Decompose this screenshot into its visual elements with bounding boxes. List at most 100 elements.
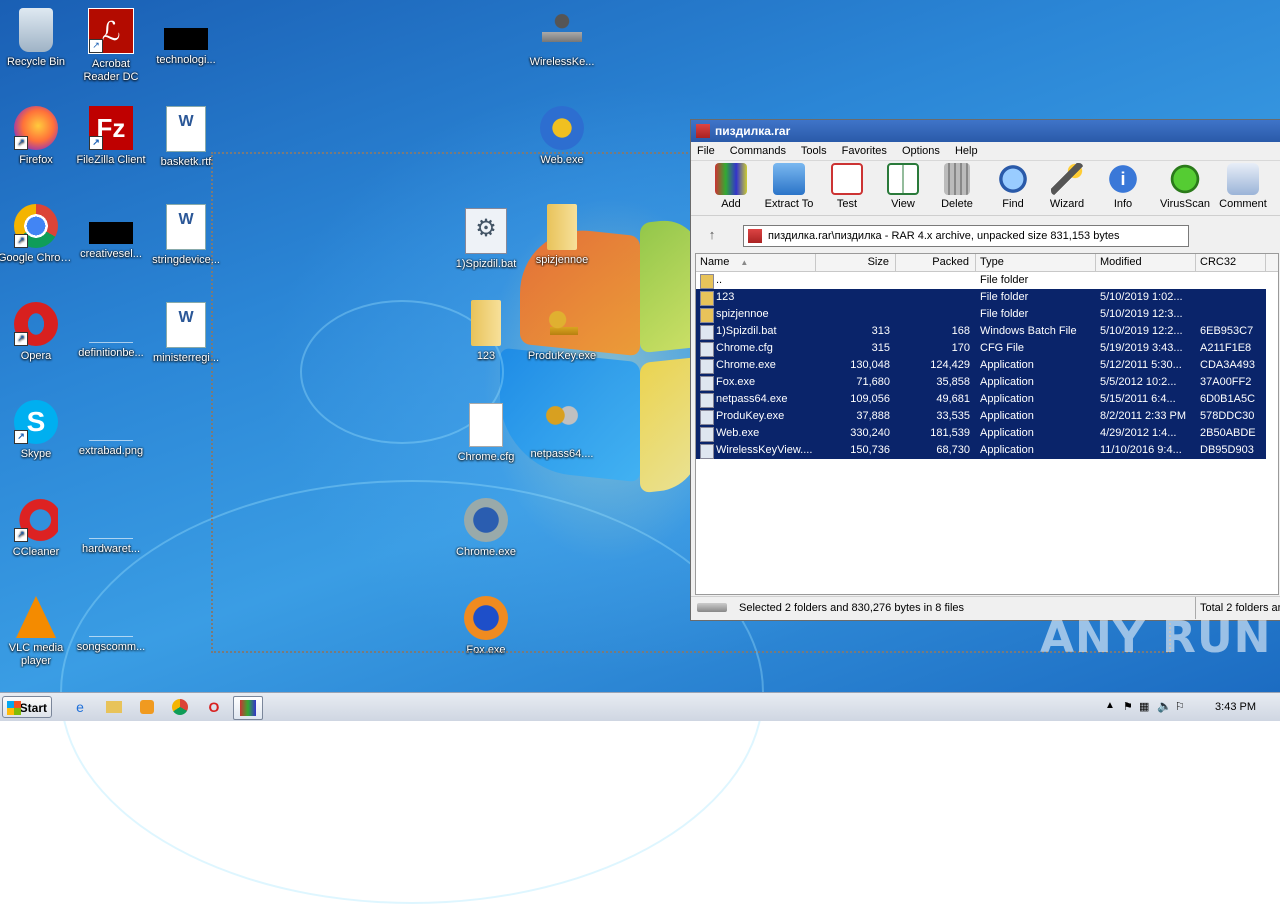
- desktop-icon-label: Opera: [20, 350, 52, 362]
- tray-action-center-icon[interactable]: ⚑: [1123, 700, 1133, 713]
- view-button[interactable]: View: [875, 163, 931, 210]
- menu-file[interactable]: File: [697, 145, 715, 157]
- desktop-icon-label: stringdevice...: [152, 254, 220, 266]
- desktop-icon-songscomm[interactable]: songscomm...: [73, 596, 149, 654]
- desktop-icon-google-chrome[interactable]: ↗ Google Chrome: [0, 204, 74, 265]
- desktop-icon-hardwaret[interactable]: hardwaret...: [73, 498, 149, 556]
- comment-button-label: Comment: [1219, 198, 1267, 210]
- file-row[interactable]: WirelessKeyView.... 150,736 68,730 Applicat…: [696, 442, 1266, 459]
- desktop-icon-spizjennoe[interactable]: spizjennoe: [524, 204, 600, 267]
- desktop-icon-chrome-exe[interactable]: Chrome.exe: [448, 498, 524, 559]
- desktop-icon-stringdevice[interactable]: W stringdevice...: [148, 204, 224, 267]
- file-row[interactable]: netpass64.exe 109,056 49,681 Application 5/1…: [696, 391, 1266, 408]
- desktop-icon-vlc[interactable]: VLC media player: [0, 596, 74, 668]
- taskbar-ie-icon[interactable]: e: [66, 696, 94, 718]
- file-row[interactable]: ProduKey.exe 37,888 33,535 Application 8/2/2…: [696, 408, 1266, 425]
- clock[interactable]: 3:43 PM: [1215, 693, 1256, 721]
- desktop-icon-basketk[interactable]: W basketk.rtf: [148, 106, 224, 169]
- menu-favorites[interactable]: Favorites: [842, 145, 887, 157]
- test-button[interactable]: Test: [819, 163, 875, 210]
- desktop-icon-definitionbe[interactable]: definitionbe...: [73, 302, 149, 360]
- delete-button[interactable]: Delete: [929, 163, 985, 210]
- desktop-icon-web-exe[interactable]: Web.exe: [524, 106, 600, 167]
- tray-network-icon[interactable]: ▦: [1139, 700, 1149, 713]
- virusscan-button[interactable]: VirusScan: [1157, 163, 1213, 210]
- blacked-out-file-icon: [89, 222, 133, 244]
- window-titlebar[interactable]: пиздилка.rar: [691, 120, 1280, 142]
- taskbar-media-player-icon[interactable]: [133, 696, 161, 718]
- desktop-icon-spizdil-bat[interactable]: ⚙ 1)Spizdil.bat: [448, 208, 524, 271]
- word-document-icon: W: [166, 106, 206, 152]
- blank-document-icon: [469, 403, 503, 447]
- desktop-icon-label: Web.exe: [540, 154, 584, 166]
- desktop-icon-label: 123: [476, 350, 496, 362]
- desktop-icon-fox-exe[interactable]: Fox.exe: [448, 596, 524, 657]
- desktop-icon-acrobat[interactable]: ℒ ↗ Acrobat Reader DC: [73, 8, 149, 84]
- desktop-icon-label: Recycle Bin: [6, 56, 66, 68]
- menu-options[interactable]: Options: [902, 145, 940, 157]
- file-cell-crc: 6EB953C7: [1200, 325, 1254, 337]
- file-cell-type: Application: [980, 376, 1034, 388]
- menu-tools[interactable]: Tools: [801, 145, 827, 157]
- file-row[interactable]: spizjennoe File folder 5/10/2019 12:3...: [696, 306, 1266, 323]
- wizard-button[interactable]: Wizard: [1039, 163, 1095, 210]
- desktop-icon-label: 1)Spizdil.bat: [455, 258, 517, 270]
- start-button[interactable]: Start: [2, 696, 52, 718]
- file-cell-size: 37,888: [856, 410, 890, 422]
- desktop-icon-extrabad[interactable]: extrabad.png: [73, 400, 149, 458]
- file-row[interactable]: Fox.exe 71,680 35,858 Application 5/5/2012 1…: [696, 374, 1266, 391]
- winrar-window[interactable]: пиздилка.rar File Commands Tools Favorit…: [690, 119, 1280, 621]
- file-row[interactable]: Chrome.exe 130,048 124,429 Application 5/12/…: [696, 357, 1266, 374]
- virusscan-button-label: VirusScan: [1160, 198, 1210, 210]
- tray-flag-icon[interactable]: ⚐: [1175, 700, 1185, 713]
- desktop-icon-technologi[interactable]: technologi...: [148, 8, 224, 67]
- desktop-icon-filezilla[interactable]: Fz ↗ FileZilla Client: [73, 106, 149, 167]
- taskbar-opera-icon[interactable]: O: [200, 696, 228, 718]
- desktop-icon-wirelesskeyview[interactable]: WirelessKe...: [524, 8, 600, 69]
- column-crc32[interactable]: CRC32: [1196, 254, 1266, 271]
- desktop-icon-netpass64[interactable]: netpass64....: [524, 400, 600, 461]
- column-modified[interactable]: Modified: [1096, 254, 1196, 271]
- taskbar-chrome-icon[interactable]: [166, 696, 194, 718]
- menu-help[interactable]: Help: [955, 145, 978, 157]
- file-row[interactable]: 1)Spizdil.bat 313 168 Windows Batch File 5/1…: [696, 323, 1266, 340]
- archive-path-text: пиздилка.rar\пиздилка - RAR 4.x archive,…: [768, 230, 1120, 242]
- desktop-icon-firefox[interactable]: ↗ Firefox: [0, 106, 74, 167]
- opera-icon: ↗: [14, 302, 58, 346]
- taskbar-winrar-icon[interactable]: [233, 696, 263, 720]
- desktop-icon-produkey[interactable]: ProduKey.exe: [524, 302, 600, 363]
- column-packed[interactable]: Packed: [896, 254, 976, 271]
- tray-volume-icon[interactable]: 🔈: [1157, 699, 1172, 713]
- file-row[interactable]: Web.exe 330,240 181,539 Application 4/29/201…: [696, 425, 1266, 442]
- file-row[interactable]: 123 File folder 5/10/2019 1:02...: [696, 289, 1266, 306]
- file-list[interactable]: Name ▲ Size Packed Type Modified CRC32 .…: [695, 253, 1279, 595]
- file-row[interactable]: .. File folder: [696, 272, 1266, 289]
- file-cell-size: 150,736: [850, 444, 890, 456]
- archive-path-field[interactable]: пиздилка.rar\пиздилка - RAR 4.x archive,…: [743, 225, 1189, 247]
- desktop-icon-opera[interactable]: ↗ Opera: [0, 302, 74, 363]
- menu-commands[interactable]: Commands: [730, 145, 786, 157]
- extract-to-button[interactable]: Extract To: [761, 163, 817, 210]
- winrar-app-icon: [240, 700, 256, 716]
- column-type[interactable]: Type: [976, 254, 1096, 271]
- desktop-icon-folder-123[interactable]: 123: [448, 300, 524, 363]
- desktop-icon-ministerregi[interactable]: W ministerregi...: [148, 302, 224, 365]
- column-name[interactable]: Name ▲: [696, 254, 816, 271]
- desktop-icon-creativesel[interactable]: creativesel...: [73, 204, 149, 261]
- desktop-icon-recycle-bin[interactable]: Recycle Bin: [0, 8, 74, 69]
- comment-button[interactable]: Comment: [1215, 163, 1271, 210]
- desktop-icon-skype[interactable]: S ↗ Skype: [0, 400, 74, 461]
- find-button[interactable]: Find: [985, 163, 1041, 210]
- file-row[interactable]: Chrome.cfg 315 170 CFG File 5/19/2019 3:43..…: [696, 340, 1266, 357]
- column-size[interactable]: Size: [816, 254, 896, 271]
- up-arrow-button[interactable]: ↑: [695, 224, 729, 246]
- column-modified-label: Modified: [1100, 256, 1142, 268]
- desktop-icon-ccleaner[interactable]: ↗ CCleaner: [0, 498, 74, 559]
- taskbar: Start e O ▲ ⚑ ▦ 🔈 ⚐ 3:43 PM: [0, 692, 1280, 721]
- add-button[interactable]: Add: [703, 163, 759, 210]
- tray-expand-arrow-icon[interactable]: ▲: [1105, 700, 1115, 711]
- desktop-icon-chrome-cfg[interactable]: Chrome.cfg: [448, 403, 524, 464]
- taskbar-explorer-folder-icon[interactable]: [100, 696, 128, 718]
- info-button[interactable]: i Info: [1095, 163, 1151, 210]
- extract-folder-icon: [773, 163, 805, 195]
